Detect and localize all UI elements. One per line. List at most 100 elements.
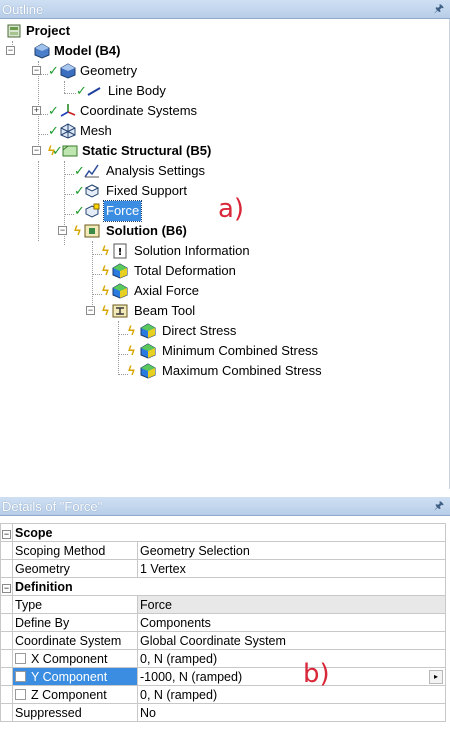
parameter-checkbox[interactable] [15,670,26,682]
property-name: Suppressed [12,703,138,722]
tree-node-axial-force[interactable]: ϟ Axial Force [102,281,201,301]
parameter-checkbox[interactable] [15,652,26,664]
tree-node-fixed-support[interactable]: ✓ Fixed Support [74,181,189,201]
beam-tool-icon [112,304,128,318]
model-icon [34,43,50,59]
flyout-arrow-icon[interactable]: ▸ [429,670,443,684]
tree-line [92,274,102,275]
property-value[interactable]: 0, N (ramped) [137,649,446,668]
tree-line [92,294,102,295]
group-scope[interactable]: − Scope [0,523,446,542]
result-icon [112,263,128,279]
property-name: Z Component [31,687,107,702]
tree-line [64,174,74,175]
property-value[interactable]: Force [137,595,446,614]
details-table: − Scope Scoping Method Geometry Selectio… [0,523,446,722]
analysis-settings-icon [84,164,99,178]
outline-tree: Project − Model (B4) − ✓ Geometry ✓ Line… [0,19,450,489]
y-component-input[interactable]: -1000, N (ramped) [140,670,242,684]
tree-node-minimum-combined-stress[interactable]: ϟ Minimum Combined Stress [128,341,320,361]
tree-line [38,134,48,135]
tree-node-analysis-settings[interactable]: ✓ Analysis Settings [74,161,207,181]
group-definition[interactable]: − Definition [0,577,446,596]
tree-line [64,93,76,94]
svg-text:!: ! [118,247,123,258]
collapse-icon[interactable]: − [32,146,41,155]
details-panel: − Scope Scoping Method Geometry Selectio… [0,516,450,733]
tree-line [118,354,128,355]
property-value[interactable]: No [137,703,446,722]
collapse-icon[interactable]: − [6,46,15,55]
lightning-icon: ϟ [128,323,135,338]
tree-node-model[interactable]: − Model (B4) [6,41,122,61]
property-name: Y Component [31,669,108,684]
tree-line [64,194,74,195]
tree-node-static-structural[interactable]: − ϟ ✓ Static Structural (B5) [32,141,213,161]
force-icon [85,203,100,218]
outline-panel-header: Outline 🖈 [0,0,450,19]
expand-icon[interactable]: + [32,106,41,115]
row-type[interactable]: Type Force [0,595,446,614]
row-suppressed[interactable]: Suppressed No [0,703,446,722]
parameter-checkbox[interactable] [15,688,26,700]
fixed-support-icon [84,184,100,198]
lightning-icon: ϟ [128,363,135,378]
tree-node-beam-tool[interactable]: − ϟ Beam Tool [86,301,197,321]
result-icon [140,343,156,359]
lightning-icon: ϟ [102,283,109,298]
group-title: Definition [12,577,446,596]
static-structural-icon [62,145,78,157]
geometry-icon [60,63,76,79]
project-icon [7,24,21,38]
check-icon: ✓ [48,103,59,118]
property-name: Scoping Method [12,541,138,560]
collapse-icon[interactable]: − [2,583,11,593]
row-scoping-method[interactable]: Scoping Method Geometry Selection [0,541,446,560]
row-geometry[interactable]: Geometry 1 Vertex [0,559,446,578]
row-coordinate-system[interactable]: Coordinate System Global Coordinate Syst… [0,631,446,650]
tree-line [64,81,65,93]
tree-node-project[interactable]: Project [6,21,72,41]
collapse-icon[interactable]: − [32,66,41,75]
property-name: Define By [12,613,138,632]
coordinate-systems-icon [60,104,76,117]
property-value[interactable]: Global Coordinate System [137,631,446,650]
tree-node-line-body[interactable]: ✓ Line Body [76,81,168,101]
tree-line [118,374,128,375]
property-value[interactable]: Components [137,613,446,632]
tree-node-mesh[interactable]: ✓ Mesh [48,121,114,141]
details-title: Details of "Force" [2,499,103,514]
tree-node-force[interactable]: ✓ Force [74,200,143,222]
row-define-by[interactable]: Define By Components [0,613,446,632]
tree-node-geometry[interactable]: − ✓ Geometry [32,61,139,81]
tree-node-solution[interactable]: − ϟ Solution (B6) [58,221,189,241]
tree-node-direct-stress[interactable]: ϟ Direct Stress [128,321,238,341]
tree-node-total-deformation[interactable]: ϟ Total Deformation [102,261,238,281]
property-name: Geometry [12,559,138,578]
result-icon [112,283,128,299]
lightning-icon: ϟ [74,223,81,238]
row-z-component[interactable]: Z Component 0, N (ramped) [0,685,446,704]
property-value[interactable]: 0, N (ramped) [137,685,446,704]
pin-icon[interactable]: 🖈 [434,497,444,516]
collapse-icon[interactable]: − [86,306,95,315]
tree-node-solution-information[interactable]: ϟ ! Solution Information [102,241,252,261]
row-x-component[interactable]: X Component 0, N (ramped) [0,649,446,668]
property-value[interactable]: Geometry Selection [137,541,446,560]
check-icon: ✓ [48,123,59,138]
property-value[interactable]: 1 Vertex [137,559,446,578]
tree-line [92,254,102,255]
collapse-icon[interactable]: − [58,226,67,235]
tree-node-coordinate-systems[interactable]: + ✓ Coordinate Systems [32,101,199,121]
pin-icon[interactable]: 🖈 [434,0,444,19]
row-y-component[interactable]: Y Component -1000, N (ramped) b) ▸ [0,659,446,689]
tree-node-maximum-combined-stress[interactable]: ϟ Maximum Combined Stress [128,361,324,381]
annotation-a: a) [218,194,245,224]
lightning-icon: ϟ [102,243,109,258]
property-name: Coordinate System [12,631,138,650]
collapse-icon[interactable]: − [2,529,11,539]
outline-title: Outline [2,2,44,17]
tree-line [64,214,74,215]
tree-line [118,334,128,335]
solution-icon [84,224,100,238]
